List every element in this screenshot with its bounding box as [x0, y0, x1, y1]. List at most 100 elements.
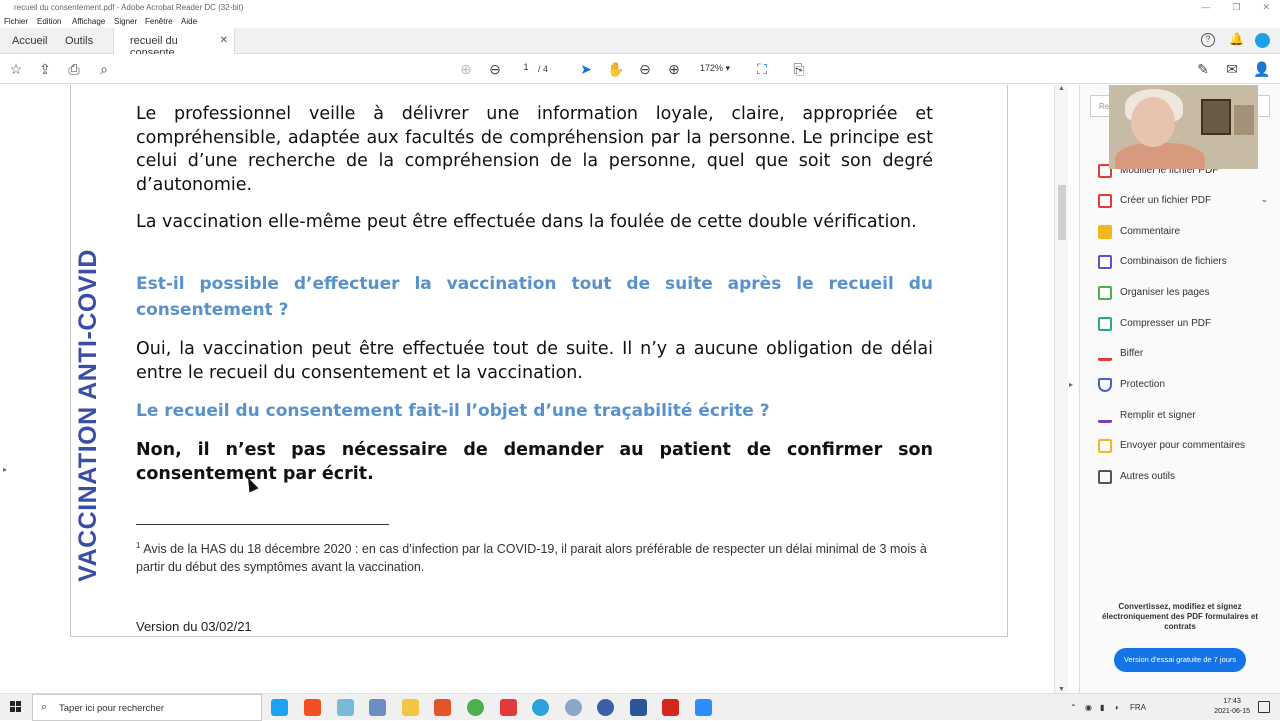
window-title: recueil du consentement.pdf - Adobe Acro… — [14, 3, 244, 12]
more-tools-icon — [1098, 470, 1112, 484]
answer-2: Non, il n’est pas nécessaire de demander… — [136, 440, 933, 484]
menu-bar: Fichier Edition Affichage Signer Fenêtre… — [0, 14, 1280, 28]
header-icons: ? 🔔 — [1201, 33, 1270, 48]
chat-icon[interactable] — [565, 699, 582, 716]
tool-commentaire[interactable]: Commentaire — [1098, 223, 1268, 241]
scroll-mode-icon[interactable]: ⎘ — [791, 61, 807, 77]
wall-frame — [1201, 99, 1231, 135]
close-window-button[interactable]: ✕ — [1262, 2, 1270, 13]
notification-icon[interactable] — [1258, 701, 1270, 713]
battery-icon[interactable]: ▮ — [1100, 703, 1104, 712]
close-tab-icon[interactable]: ✕ — [220, 35, 228, 46]
opera-icon[interactable] — [500, 699, 517, 716]
tool-combinaison[interactable]: Combinaison de fichiers — [1098, 253, 1268, 271]
email-icon[interactable]: ✉ — [1224, 61, 1240, 77]
page-number-input[interactable]: 1 — [517, 62, 535, 76]
window-titlebar: recueil du consentement.pdf - Adobe Acro… — [0, 0, 1280, 14]
chrome-icon[interactable] — [467, 699, 484, 716]
wall-frame — [1234, 105, 1254, 135]
fill-sign-icon — [1098, 409, 1112, 423]
document-viewer[interactable]: ▸ VACCINATION ANTI-COVID Le professionne… — [0, 85, 1068, 693]
next-page-icon[interactable]: ⊖ — [487, 61, 503, 77]
tool-biffer[interactable]: Biffer — [1098, 345, 1268, 363]
app-icon[interactable] — [597, 699, 614, 716]
expand-left-panel-icon[interactable]: ▸ — [3, 465, 7, 474]
menu-aide[interactable]: Aide — [181, 17, 197, 26]
tool-label: Créer un fichier PDF — [1120, 195, 1212, 206]
menu-edition[interactable]: Edition — [37, 17, 61, 26]
windows-store-icon[interactable] — [304, 699, 321, 716]
menu-fichier[interactable]: Fichier — [4, 17, 28, 26]
upload-icon[interactable]: ⇪ — [37, 61, 53, 77]
tab-tools[interactable]: Outils — [65, 28, 93, 54]
tool-label: Remplir et signer — [1120, 410, 1196, 421]
menu-affichage[interactable]: Affichage — [72, 17, 105, 26]
window-controls: — ❐ ✕ — [1201, 2, 1270, 13]
calculator-icon[interactable] — [369, 699, 386, 716]
select-arrow-icon[interactable]: ➤ — [578, 61, 594, 77]
zoom-out-icon[interactable]: ⊖ — [637, 61, 653, 77]
tool-protection[interactable]: Protection — [1098, 376, 1268, 394]
search-icon: ⌕ — [41, 701, 48, 713]
vertical-scrollbar[interactable]: ▲ ▼ — [1054, 85, 1068, 693]
skype-icon[interactable] — [271, 699, 288, 716]
tool-autres[interactable]: Autres outils — [1098, 468, 1268, 486]
clock[interactable]: 17:43 2021-06-15 — [1214, 697, 1250, 717]
share-user-icon[interactable]: 👤 — [1253, 61, 1270, 77]
tool-label: Biffer — [1120, 348, 1144, 359]
bookmark-star-icon[interactable]: ☆ — [8, 61, 24, 77]
tool-compresser[interactable]: Compresser un PDF — [1098, 315, 1268, 333]
account-icon[interactable] — [1255, 33, 1270, 48]
bell-icon[interactable]: 🔔 — [1229, 33, 1244, 46]
comment-icon — [1098, 225, 1112, 239]
previous-page-icon[interactable]: ⊕ — [458, 61, 474, 77]
paragraph-vaccination: La vaccination elle-même peut être effec… — [136, 212, 917, 232]
scroll-down-icon[interactable]: ▼ — [1058, 686, 1065, 693]
word-icon[interactable] — [630, 699, 647, 716]
tool-remplir-signer[interactable]: Remplir et signer — [1098, 407, 1268, 425]
zoom-app-icon[interactable] — [695, 699, 712, 716]
footnote-text: Avis de la HAS du 18 décembre 2020 : en … — [136, 542, 927, 575]
page-total: / 4 — [538, 64, 549, 74]
tool-envoyer[interactable]: Envoyer pour commentaires — [1098, 437, 1268, 455]
fit-page-icon[interactable]: ⛶ — [754, 61, 770, 77]
file-explorer-icon[interactable] — [402, 699, 419, 716]
search-icon[interactable]: ⌕ — [96, 61, 112, 77]
print-icon[interactable]: ⎙ — [66, 61, 82, 77]
paragraph-information: Le professionnel veille à délivrer une i… — [136, 104, 933, 195]
collapse-right-panel-icon[interactable]: ▸ — [1069, 380, 1073, 389]
taskbar-search-input[interactable]: ⌕ Taper ici pour rechercher — [32, 694, 262, 721]
hand-tool-icon[interactable]: ✋ — [607, 61, 624, 77]
free-trial-button[interactable]: Version d'essai gratuite de 7 jours — [1114, 648, 1246, 672]
volume-icon[interactable]: ◐ — [1115, 703, 1120, 712]
tool-creer-pdf[interactable]: Créer un fichier PDF ⌄ — [1098, 192, 1268, 210]
windows-start-icon[interactable] — [10, 701, 22, 713]
app-icon[interactable] — [337, 699, 354, 716]
tool-label: Combinaison de fichiers — [1120, 256, 1227, 267]
windows-taskbar: ⌕ Taper ici pour rechercher ⌃ ◉ ▮ ◐ FRA … — [0, 693, 1280, 721]
sign-icon[interactable]: ✎ — [1195, 61, 1211, 77]
tab-document[interactable]: recueil du consente... ✕ — [113, 28, 235, 59]
chevron-down-icon[interactable]: ⌄ — [1260, 194, 1268, 205]
toolbar: ☆ ⇪ ⎙ ⌕ ⊕ ⊖ 1 / 4 ➤ ✋ ⊖ ⊕ 172% ▾ ⛶ ⎘ ✎ ✉… — [0, 54, 1280, 84]
restore-button[interactable]: ❐ — [1232, 2, 1240, 13]
help-icon[interactable]: ? — [1201, 33, 1215, 47]
combine-files-icon — [1098, 255, 1112, 269]
scroll-up-icon[interactable]: ▲ — [1058, 85, 1065, 92]
tab-home[interactable]: Accueil — [12, 28, 47, 54]
minimize-button[interactable]: — — [1201, 2, 1210, 13]
zoom-in-icon[interactable]: ⊕ — [666, 61, 682, 77]
network-icon[interactable]: ◉ — [1085, 703, 1092, 712]
language-indicator[interactable]: FRA — [1130, 703, 1146, 712]
organize-pages-icon — [1098, 286, 1112, 300]
office-icon[interactable] — [434, 699, 451, 716]
menu-fenetre[interactable]: Fenêtre — [145, 17, 173, 26]
tab-bar: Accueil Outils recueil du consente... ✕ … — [0, 28, 1280, 59]
tool-organiser[interactable]: Organiser les pages — [1098, 284, 1268, 302]
tray-expand-icon[interactable]: ⌃ — [1070, 703, 1077, 712]
acrobat-icon[interactable] — [662, 699, 679, 716]
menu-signer[interactable]: Signer — [114, 17, 137, 26]
scrollbar-thumb[interactable] — [1058, 185, 1066, 240]
zoom-select[interactable]: 172% ▾ — [700, 63, 730, 74]
telegram-icon[interactable] — [532, 699, 549, 716]
